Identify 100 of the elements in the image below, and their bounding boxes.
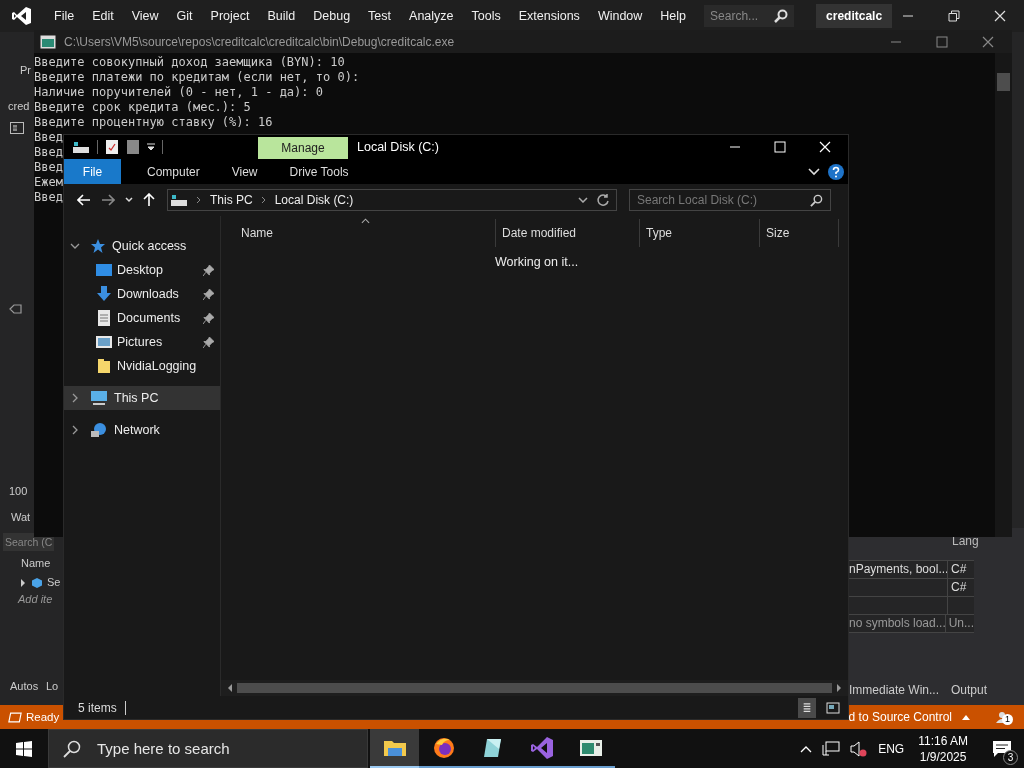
nav-item[interactable]: This PC [64, 386, 220, 410]
panel-tab[interactable]: Wat [11, 511, 31, 523]
panel-tab[interactable]: Immediate Win... [849, 683, 940, 697]
console-icon [40, 34, 56, 49]
menu-item[interactable]: Test [360, 9, 402, 23]
picture-icon [96, 334, 112, 350]
back-icon[interactable] [77, 194, 91, 206]
nav-item[interactable]: NvidiaLogging [64, 354, 220, 378]
column-header[interactable]: Type [640, 219, 760, 247]
column-header[interactable]: Size [760, 219, 839, 247]
drive-icon[interactable] [72, 140, 90, 154]
recent-dropdown-icon[interactable] [125, 197, 133, 203]
properties-icon[interactable] [105, 139, 119, 155]
clock[interactable]: 11:16 AM 1/9/2025 [918, 732, 968, 765]
notification-badge: 1 [1002, 714, 1013, 725]
chevron-right-icon[interactable] [196, 196, 202, 204]
caret-icon[interactable] [962, 714, 970, 720]
ide-logo-icon [12, 6, 32, 26]
menu-item[interactable]: Tools [463, 9, 511, 23]
toolbar-label: Pr [20, 64, 31, 76]
menu-item[interactable]: Analyze [401, 9, 464, 23]
column-header: Lang [952, 534, 979, 548]
menu-item[interactable]: Window [589, 9, 653, 23]
scroll-left-icon[interactable] [227, 684, 233, 692]
nav-item[interactable]: Documents [64, 306, 220, 330]
speaker-muted-icon[interactable] [850, 740, 869, 757]
expand-ribbon-icon[interactable] [808, 167, 820, 176]
nav-item[interactable]: Network [64, 418, 220, 442]
table-cell: C# [951, 562, 967, 576]
zoom-level[interactable]: 100 [9, 485, 28, 497]
breadcrumb-item[interactable]: Local Disk (C:) [274, 193, 354, 207]
menu-item[interactable]: Help [652, 9, 697, 23]
start-icon[interactable] [16, 740, 32, 757]
scroll-right-icon[interactable] [836, 684, 842, 692]
menu-item[interactable]: View [123, 9, 169, 23]
dropdown-icon[interactable] [578, 197, 588, 203]
status-icon [8, 711, 22, 723]
chevron-down-icon[interactable] [70, 241, 80, 251]
breadcrumb-item[interactable]: This PC [210, 193, 253, 207]
console-line: Введ [34, 130, 63, 145]
add-item-row[interactable]: Add ite [18, 593, 53, 605]
expand-icon[interactable] [20, 579, 26, 587]
chevron-up-icon[interactable] [800, 744, 813, 753]
table-cell: Un... [948, 616, 974, 630]
nav-item[interactable]: Desktop [64, 258, 220, 282]
source-control-button[interactable]: d to Source Control [848, 710, 952, 724]
window-title: C:\Users\VM5\source\repos\creditcalc\creditcalc\bin\Debug\creditcalc.exe [64, 34, 455, 49]
menu-item[interactable]: Debug [305, 9, 361, 23]
language-indicator[interactable]: ENG [878, 741, 905, 756]
taskbar-search-field[interactable]: Type here to search [48, 729, 368, 768]
column-header[interactable]: Date modified [496, 219, 640, 247]
forward-icon[interactable] [101, 194, 115, 206]
menu-item[interactable]: Extensions [510, 9, 590, 23]
search-field[interactable]: Search... [704, 5, 795, 27]
file-menu-button[interactable]: File [64, 159, 121, 184]
search-icon [774, 9, 789, 23]
up-icon[interactable] [143, 193, 155, 207]
refresh-icon[interactable] [596, 193, 610, 207]
panel-tab[interactable]: Output [951, 683, 988, 697]
nav-item[interactable]: Quick access [64, 234, 220, 258]
item-count: 5 items [78, 700, 117, 715]
menu-item[interactable]: Git [168, 9, 203, 23]
status-text: Ready [26, 711, 60, 723]
menu-item[interactable]: Project [202, 9, 260, 23]
taskbar-app-button[interactable] [370, 729, 419, 768]
ribbon-tab[interactable]: Computer [135, 164, 212, 179]
search-icon[interactable] [810, 193, 823, 207]
ribbon-tab[interactable]: Drive Tools [277, 164, 361, 179]
menu-item[interactable]: Edit [84, 9, 124, 23]
console-line: Введите срок кредита (мес.): 5 [34, 100, 251, 115]
scrollbar-thumb[interactable] [997, 73, 1010, 91]
column-header[interactable]: Name [221, 219, 496, 247]
restore-icon[interactable] [948, 10, 960, 22]
nav-item[interactable]: Downloads [64, 282, 220, 306]
chevron-right-icon[interactable] [260, 196, 267, 204]
menu-item[interactable]: Build [259, 9, 306, 23]
nav-item[interactable]: Pictures [64, 330, 220, 354]
menu-item[interactable]: File [46, 9, 85, 23]
folder-icon [96, 358, 112, 374]
network-icon[interactable] [822, 740, 841, 757]
tiles-icon [826, 701, 840, 714]
search-icon [63, 739, 81, 758]
panel-tab[interactable]: Autos [10, 680, 39, 692]
watch-search-field[interactable]: Search (C [3, 533, 55, 551]
list-icon [802, 700, 812, 715]
console-line: Введ [34, 145, 63, 160]
solution-name: creditcalc [816, 4, 893, 28]
scrollbar-thumb[interactable] [237, 683, 832, 693]
help-icon[interactable] [828, 163, 844, 180]
ribbon-tab[interactable]: View [219, 164, 270, 179]
chevron-right-icon[interactable] [70, 425, 80, 435]
panel-tab[interactable]: Lo [46, 680, 59, 692]
watch-row[interactable]: Se [47, 576, 61, 588]
table-cell: C# [951, 580, 967, 594]
chevron-right-icon[interactable] [70, 393, 80, 403]
manage-tab[interactable]: Manage [258, 137, 348, 159]
details-view-button[interactable] [798, 697, 816, 718]
document-tab[interactable]: cred [8, 100, 30, 112]
console-line: Введите процентную ставку (%): 16 [34, 115, 273, 130]
console-line: Введ [34, 160, 63, 175]
